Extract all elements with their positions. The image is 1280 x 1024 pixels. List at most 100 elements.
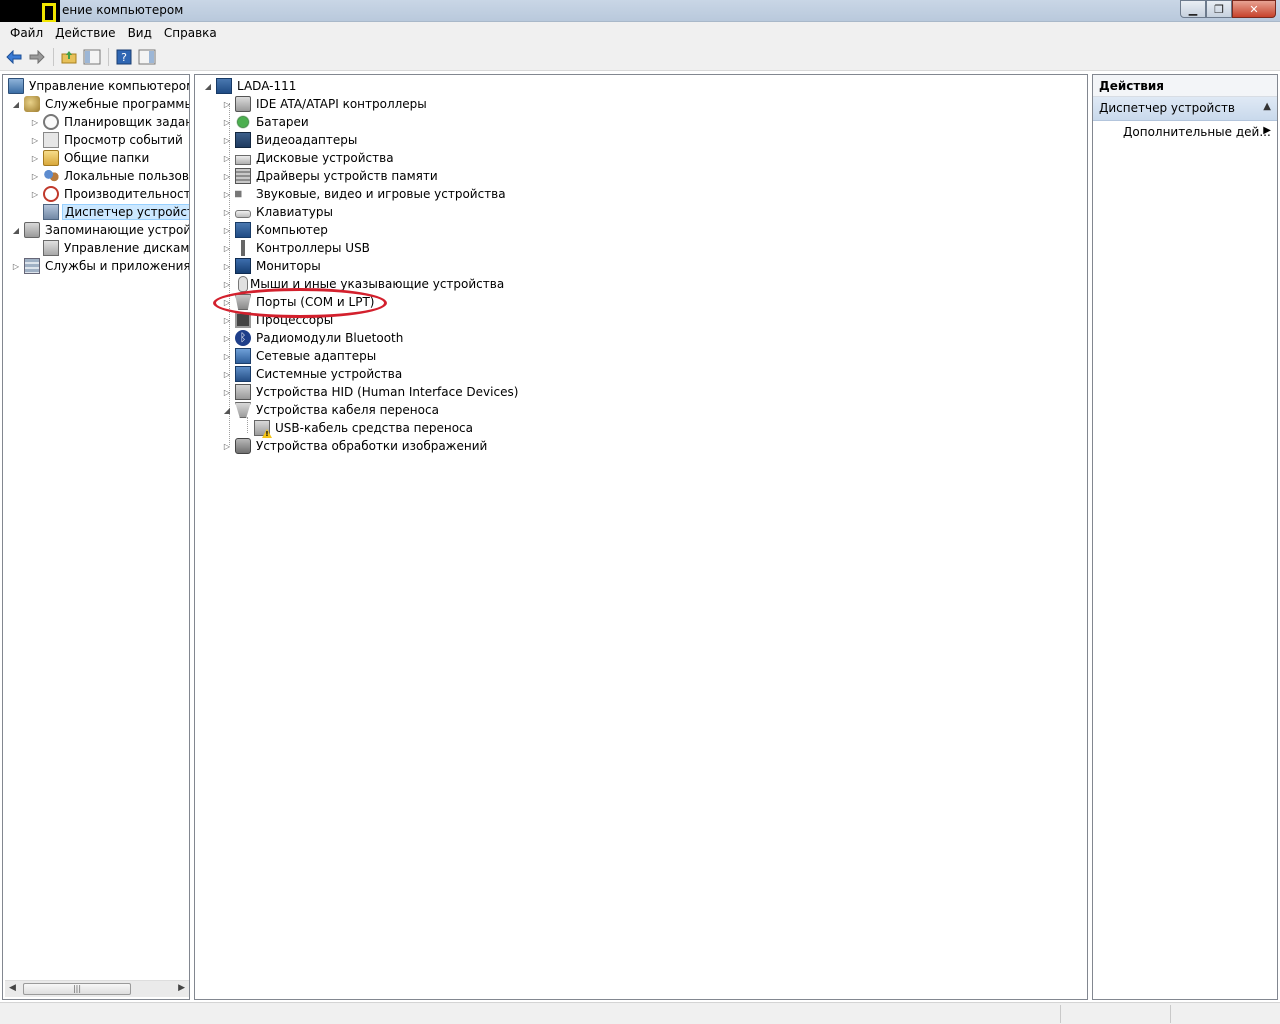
expand-arrow-icon[interactable]: ▷ <box>222 153 232 163</box>
tree-root[interactable]: Управление компьютером (л <box>5 77 189 95</box>
collapse-arrow-icon[interactable]: ◢ <box>11 225 21 235</box>
device-category[interactable]: ▷ Батареи <box>222 113 311 131</box>
expand-arrow-icon[interactable]: ▷ <box>222 171 232 181</box>
device-category[interactable]: ▷ Компьютер <box>222 221 330 239</box>
expand-arrow-icon[interactable]: ▷ <box>222 207 232 217</box>
menu-action[interactable]: Действие <box>49 24 121 42</box>
toolbar-separator <box>108 47 109 66</box>
device-category[interactable]: ▷ Клавиатуры <box>222 203 335 221</box>
device-item[interactable]: USB-кабель средства переноса <box>251 419 475 437</box>
expand-arrow-icon[interactable]: ▷ <box>30 189 40 199</box>
show-hide-action-pane-button[interactable] <box>136 47 158 67</box>
usb-icon <box>235 240 251 256</box>
device-category[interactable]: ▷ Устройства обработки изображений <box>222 437 489 455</box>
computer-name: LADA-111 <box>237 79 297 93</box>
expand-arrow-icon[interactable]: ▷ <box>222 333 232 343</box>
tree-item-local-users[interactable]: ▷ Локальные пользовате <box>30 167 189 185</box>
camera-icon <box>235 438 251 454</box>
more-actions-item[interactable]: Дополнительные дей... ▶ <box>1093 121 1277 145</box>
help-button[interactable]: ? <box>113 47 135 67</box>
expand-arrow-icon[interactable]: ▷ <box>222 387 232 397</box>
app-icon[interactable] <box>42 3 56 23</box>
device-category[interactable]: ▷ Сетевые адаптеры <box>222 347 378 365</box>
collapse-arrow-icon[interactable]: ◢ <box>203 81 213 91</box>
tree-item-event-viewer[interactable]: ▷ Просмотр событий <box>30 131 185 149</box>
actions-section-device-manager[interactable]: Диспетчер устройств ▲ <box>1093 97 1277 121</box>
expand-arrow-icon[interactable]: ▷ <box>30 135 40 145</box>
device-manager-icon <box>43 204 59 220</box>
device-category[interactable]: ▷ Звуковые, видео и игровые устройства <box>222 185 508 203</box>
collapse-arrow-icon[interactable]: ◢ <box>222 405 232 415</box>
device-tree-root[interactable]: ◢ LADA-111 <box>203 77 298 95</box>
device-category[interactable]: ▷ ᛒ Радиомодули Bluetooth <box>222 329 405 347</box>
title-bar: ение компьютером ▁ ❐ ✕ <box>0 0 1280 28</box>
expand-arrow-icon[interactable]: ▷ <box>30 171 40 181</box>
device-category[interactable]: ▷ Драйверы устройств памяти <box>222 167 440 185</box>
back-button[interactable] <box>3 47 25 67</box>
menu-file[interactable]: Файл <box>4 24 49 42</box>
status-separator <box>1170 1005 1171 1023</box>
menu-view[interactable]: Вид <box>122 24 158 42</box>
device-category-label: Батареи <box>256 115 309 129</box>
tree-item-disk-management[interactable]: Управление дисками <box>30 239 190 257</box>
collapse-up-icon[interactable]: ▲ <box>1263 101 1271 112</box>
warning-device-icon <box>254 420 270 436</box>
tree-label: Служебные программы <box>45 97 190 111</box>
forward-button[interactable] <box>26 47 48 67</box>
speaker-icon <box>235 186 250 202</box>
close-button[interactable]: ✕ <box>1232 0 1276 18</box>
scroll-right-icon[interactable]: ▶ <box>178 983 185 993</box>
expand-arrow-icon[interactable]: ▷ <box>222 261 232 271</box>
device-category[interactable]: ▷ IDE ATA/ATAPI контроллеры <box>222 95 429 113</box>
tree-item-services-apps[interactable]: ▷ Службы и приложения <box>11 257 189 275</box>
expand-arrow-icon[interactable]: ▷ <box>30 153 40 163</box>
computer-management-icon <box>8 78 24 94</box>
horizontal-scrollbar[interactable]: ◀ ||| ▶ <box>5 980 189 997</box>
tree-item-system-tools[interactable]: ◢ Служебные программы <box>11 95 190 113</box>
expand-arrow-icon[interactable]: ▷ <box>222 225 232 235</box>
tree-item-device-manager[interactable]: Диспетчер устройств <box>30 203 189 221</box>
tree-label: Локальные пользовате <box>64 169 189 183</box>
device-category[interactable]: ◢ Устройства кабеля переноса <box>222 401 441 419</box>
scrollbar-thumb[interactable]: ||| <box>23 983 131 995</box>
system-device-icon <box>235 366 251 382</box>
transfer-cable-icon <box>235 402 251 418</box>
computer-icon <box>216 78 232 94</box>
show-hide-tree-icon <box>83 49 101 64</box>
expand-arrow-icon[interactable]: ▷ <box>222 279 232 289</box>
collapse-arrow-icon[interactable]: ◢ <box>11 99 21 109</box>
scroll-left-icon[interactable]: ◀ <box>9 983 16 993</box>
tools-icon <box>24 96 40 112</box>
expand-arrow-icon[interactable]: ▷ <box>222 243 232 253</box>
device-category-label: IDE ATA/ATAPI контроллеры <box>256 97 427 111</box>
expand-arrow-icon[interactable]: ▷ <box>222 369 232 379</box>
device-category-label: Сетевые адаптеры <box>256 349 377 363</box>
restore-button[interactable]: ❐ <box>1206 0 1232 18</box>
expand-arrow-icon[interactable]: ▷ <box>222 117 232 127</box>
tree-item-shared-folders[interactable]: ▷ Общие папки <box>30 149 151 167</box>
device-category[interactable]: ▷ Контроллеры USB <box>222 239 372 257</box>
expand-arrow-icon[interactable]: ▷ <box>222 99 232 109</box>
expand-arrow-icon[interactable]: ▷ <box>222 135 232 145</box>
expand-arrow-icon[interactable]: ▷ <box>222 351 232 361</box>
up-folder-button[interactable] <box>58 47 80 67</box>
device-category[interactable]: ▷ Мониторы <box>222 257 323 275</box>
expand-arrow-icon[interactable]: ▷ <box>222 315 232 325</box>
expand-arrow-icon[interactable]: ▷ <box>222 189 232 199</box>
device-category[interactable]: ▷ Дисковые устройства <box>222 149 396 167</box>
minimize-icon: ▁ <box>1188 2 1198 16</box>
show-hide-tree-button[interactable] <box>81 47 103 67</box>
device-category[interactable]: ▷ Системные устройства <box>222 365 404 383</box>
tree-label: Управление дисками <box>64 241 190 255</box>
expand-arrow-icon[interactable]: ▷ <box>30 117 40 127</box>
menu-help[interactable]: Справка <box>158 24 223 42</box>
device-item-label: USB-кабель средства переноса <box>275 421 473 435</box>
expand-arrow-icon[interactable]: ▷ <box>222 441 232 451</box>
tree-item-storage[interactable]: ◢ Запоминающие устройст <box>11 221 189 239</box>
tree-item-task-scheduler[interactable]: ▷ Планировщик заданий <box>30 113 189 131</box>
minimize-button[interactable]: ▁ <box>1180 0 1206 18</box>
device-category[interactable]: ▷ Видеоадаптеры <box>222 131 359 149</box>
device-category[interactable]: ▷ Устройства HID (Human Interface Device… <box>222 383 520 401</box>
expand-arrow-icon[interactable]: ▷ <box>11 261 21 271</box>
tree-item-performance[interactable]: ▷ Производительность <box>30 185 189 203</box>
